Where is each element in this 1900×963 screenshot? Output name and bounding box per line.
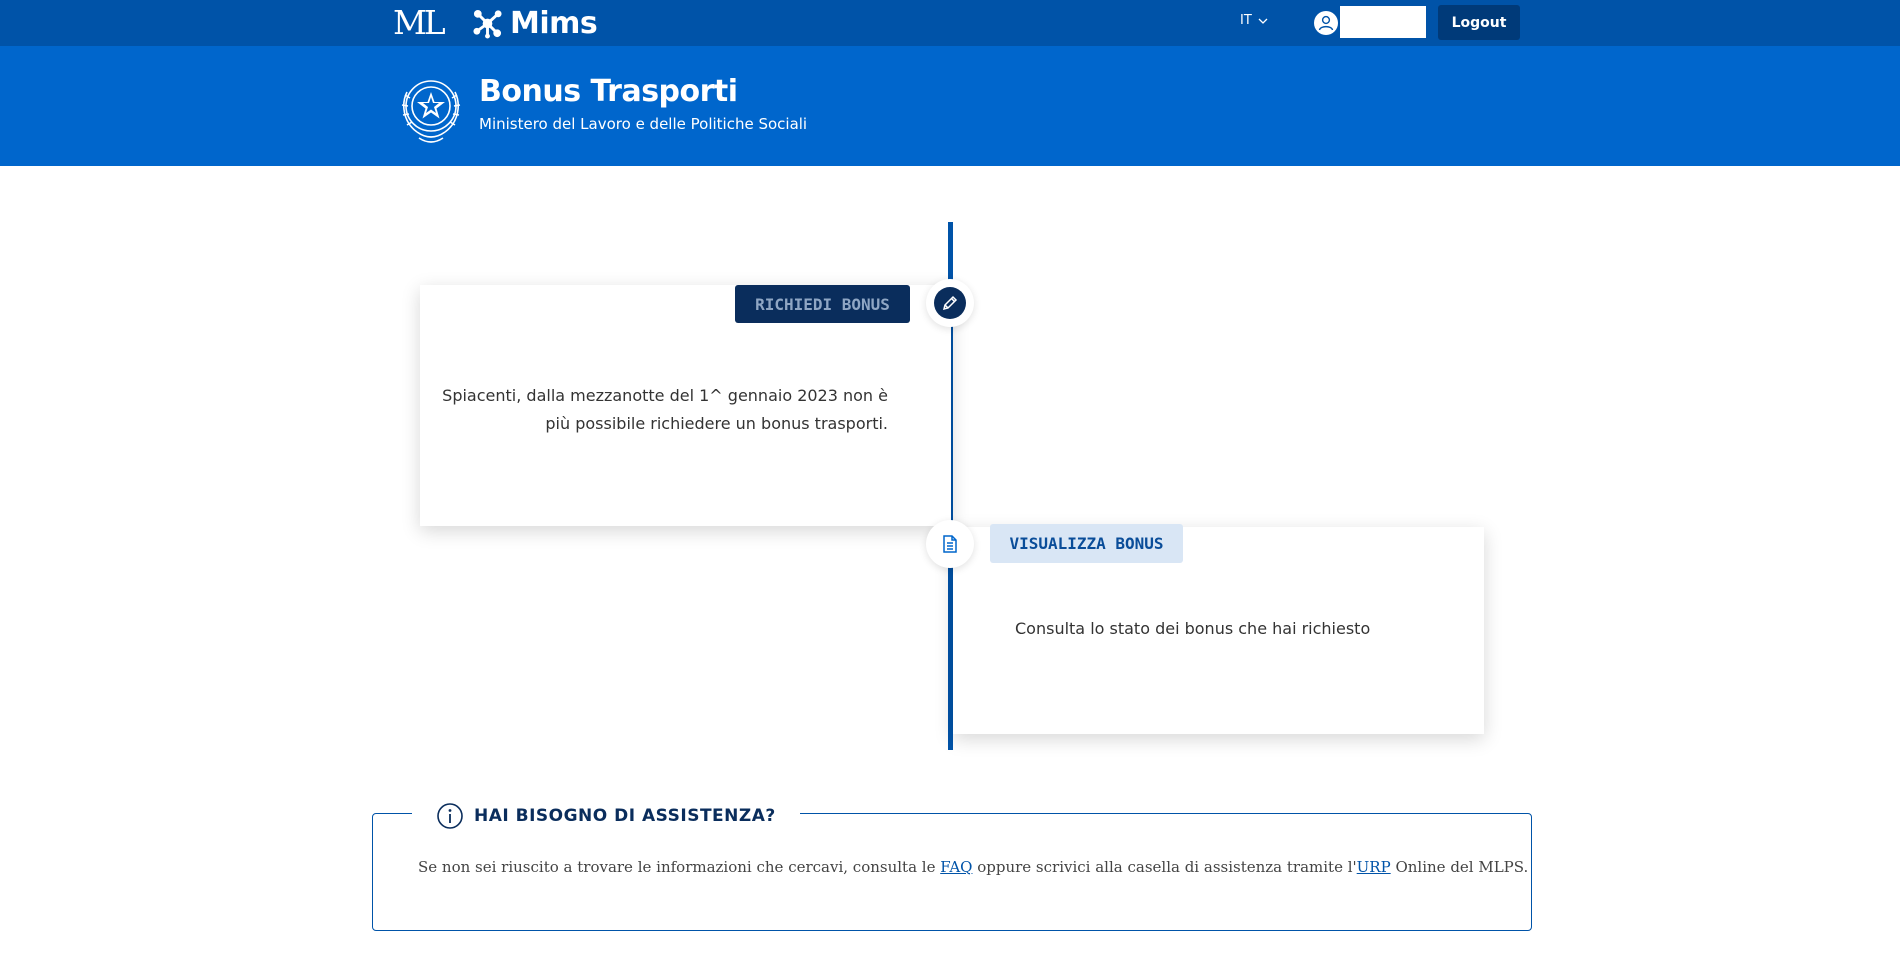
language-label: IT	[1240, 13, 1252, 28]
pencil-icon	[942, 295, 958, 311]
ml-logo[interactable]: ML	[393, 3, 446, 43]
visualizza-bonus-text: Consulta lo stato dei bonus che hai rich…	[1015, 619, 1371, 638]
chevron-down-icon	[1258, 18, 1268, 24]
document-icon	[943, 535, 957, 553]
mims-network-icon	[473, 9, 502, 39]
visualizza-bonus-button[interactable]: VISUALIZZA BONUS	[990, 524, 1183, 563]
info-icon	[437, 803, 463, 829]
header-band	[0, 46, 1900, 166]
assistance-text-before: Se non sei riuscito a trovare le informa…	[418, 858, 941, 876]
mims-logo-text: Mims	[510, 5, 598, 41]
timeline-node-richiedi	[926, 279, 974, 327]
user-icon[interactable]	[1314, 11, 1338, 35]
mims-logo[interactable]: Mims	[472, 4, 598, 42]
richiedi-bonus-button[interactable]: RICHIEDI BONUS	[735, 285, 910, 323]
urp-link[interactable]: URP	[1357, 858, 1391, 876]
assistance-title: HAI BISOGNO DI ASSISTENZA?	[474, 806, 776, 826]
user-glyph-icon	[1318, 15, 1334, 31]
faq-link[interactable]: FAQ	[940, 858, 972, 876]
site-subtitle: Ministero del Lavoro e delle Politiche S…	[479, 115, 808, 133]
assistance-text-after: Online del MLPS.	[1390, 858, 1529, 876]
assistance-text-middle: oppure scrivici alla casella di assisten…	[972, 858, 1357, 876]
assistance-legend: HAI BISOGNO DI ASSISTENZA?	[412, 800, 800, 832]
timeline-node-visualizza	[926, 520, 974, 568]
logout-button[interactable]: Logout	[1438, 5, 1520, 40]
assistance-text: Se non sei riuscito a trovare le informa…	[418, 858, 1528, 876]
italian-republic-emblem-icon	[401, 80, 461, 143]
top-bar: ML Mims IT Logout	[0, 0, 1900, 46]
user-name-field[interactable]	[1340, 6, 1426, 38]
richiedi-bonus-text: Spiacenti, dalla mezzanotte del 1^ genna…	[442, 386, 888, 433]
language-selector[interactable]: IT	[1240, 13, 1268, 28]
site-title: Bonus Trasporti	[479, 74, 738, 109]
